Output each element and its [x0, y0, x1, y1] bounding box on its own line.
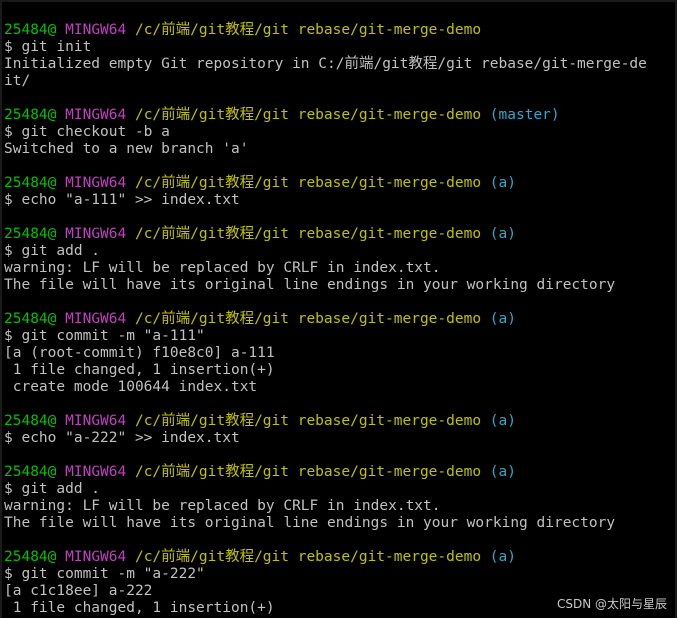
prompt-user: 25484@ [4, 464, 57, 480]
output-line: it/ [4, 73, 31, 89]
prompt-path: /c/前端/git教程/git rebase/git-merge-demo [134, 311, 482, 327]
terminal-window[interactable]: 25484@ MINGW64 /c/前端/git教程/git rebase/gi… [0, 0, 677, 618]
prompt-host: MINGW64 [65, 413, 127, 429]
prompt-host: MINGW64 [65, 107, 127, 123]
output-line: warning: LF will be replaced by CRLF in … [4, 498, 441, 514]
command-line: $ git commit -m "a-222" [4, 566, 205, 582]
prompt-user: 25484@ [4, 226, 57, 242]
prompt-path: /c/前端/git教程/git rebase/git-merge-demo [134, 549, 482, 565]
prompt-branch: (a) [489, 311, 516, 327]
prompt-user: 25484@ [4, 311, 57, 327]
output-line: Switched to a new branch 'a' [4, 141, 249, 157]
prompt-host: MINGW64 [65, 175, 127, 191]
prompt-path: /c/前端/git教程/git rebase/git-merge-demo [134, 22, 482, 38]
prompt-line: 25484@ MINGW64 /c/前端/git教程/git rebase/gi… [4, 226, 647, 243]
command-line: $ git commit -m "a-111" [4, 328, 205, 344]
prompt-path: /c/前端/git教程/git rebase/git-merge-demo [134, 226, 482, 242]
prompt-branch: (a) [489, 175, 516, 191]
watermark: CSDN @太阳与星辰 [556, 597, 667, 611]
command-line: $ echo "a-222" >> index.txt [4, 430, 240, 446]
prompt-host: MINGW64 [65, 226, 127, 242]
prompt-user: 25484@ [4, 413, 57, 429]
output-line: create mode 100644 index.txt [4, 379, 258, 395]
prompt-host: MINGW64 [65, 311, 127, 327]
prompt-host: MINGW64 [65, 464, 127, 480]
prompt-line: 25484@ MINGW64 /c/前端/git教程/git rebase/gi… [4, 22, 647, 39]
prompt-path: /c/前端/git教程/git rebase/git-merge-demo [134, 413, 482, 429]
prompt-user: 25484@ [4, 22, 57, 38]
prompt-branch: (a) [489, 226, 516, 242]
prompt-line: 25484@ MINGW64 /c/前端/git教程/git rebase/gi… [4, 311, 647, 328]
prompt-user: 25484@ [4, 549, 57, 565]
prompt-line: 25484@ MINGW64 /c/前端/git教程/git rebase/gi… [4, 413, 647, 430]
prompt-host: MINGW64 [65, 549, 127, 565]
prompt-path: /c/前端/git教程/git rebase/git-merge-demo [134, 107, 482, 123]
output-line: warning: LF will be replaced by CRLF in … [4, 260, 441, 276]
prompt-user: 25484@ [4, 107, 57, 123]
prompt-host: MINGW64 [65, 22, 127, 38]
output-line: [a c1c18ee] a-222 [4, 583, 153, 599]
prompt-line: 25484@ MINGW64 /c/前端/git教程/git rebase/gi… [4, 464, 647, 481]
prompt-line: 25484@ MINGW64 /c/前端/git教程/git rebase/gi… [4, 549, 647, 566]
output-line: The file will have its original line end… [4, 277, 616, 293]
output-line: The file will have its original line end… [4, 515, 616, 531]
output-line: 1 file changed, 1 insertion(+) [4, 600, 275, 616]
terminal-output[interactable]: 25484@ MINGW64 /c/前端/git教程/git rebase/gi… [4, 22, 647, 617]
prompt-branch: (a) [489, 464, 516, 480]
output-line: [a (root-commit) f10e8c0] a-111 [4, 345, 275, 361]
prompt-user: 25484@ [4, 175, 57, 191]
prompt-line: 25484@ MINGW64 /c/前端/git教程/git rebase/gi… [4, 175, 647, 192]
prompt-branch: (master) [489, 107, 560, 123]
output-line: Initialized empty Git repository in C:/前… [4, 56, 647, 72]
command-line: $ git add . [4, 481, 101, 497]
prompt-branch: (a) [489, 413, 516, 429]
command-line: $ echo "a-111" >> index.txt [4, 192, 240, 208]
command-line: $ git init [4, 39, 92, 55]
command-line: $ git checkout -b a [4, 124, 170, 140]
prompt-path: /c/前端/git教程/git rebase/git-merge-demo [134, 464, 482, 480]
prompt-line: 25484@ MINGW64 /c/前端/git教程/git rebase/gi… [4, 107, 647, 124]
output-line: 1 file changed, 1 insertion(+) [4, 362, 275, 378]
prompt-branch: (a) [489, 549, 516, 565]
prompt-path: /c/前端/git教程/git rebase/git-merge-demo [134, 175, 482, 191]
command-line: $ git add . [4, 243, 101, 259]
